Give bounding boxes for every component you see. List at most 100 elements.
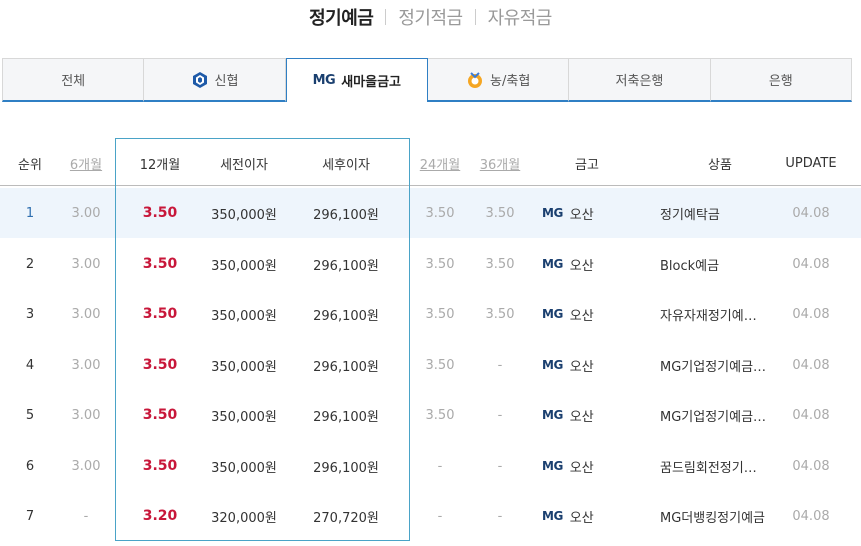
pre-tax-cell: 350,000원 bbox=[211, 207, 277, 223]
tab-free-savings[interactable]: 자유적금 bbox=[476, 4, 564, 30]
bank-name: 오산 bbox=[569, 258, 594, 274]
table-row[interactable]: 5 3.00 3.50 350,000원 296,100원 3.50 - MG 오… bbox=[0, 390, 861, 440]
inst-tab-savings-bank[interactable]: 저축은행 bbox=[569, 58, 711, 102]
inst-tab-label: 전체 bbox=[61, 74, 86, 89]
rate-6m-cell: 3.00 bbox=[71, 458, 101, 474]
post-tax-cell: 296,100원 bbox=[313, 359, 379, 375]
header-post-tax-interest: 세후이자 bbox=[322, 157, 370, 173]
header-product: 상품 bbox=[708, 157, 732, 173]
post-tax-cell: 296,100원 bbox=[313, 460, 379, 476]
tab-installment-savings[interactable]: 정기적금 bbox=[386, 4, 474, 30]
rank-cell: 6 bbox=[25, 458, 35, 474]
bank-name: 오산 bbox=[569, 409, 594, 425]
rank-cell: 3 bbox=[25, 306, 35, 322]
table-row[interactable]: 3 3.00 3.50 350,000원 296,100원 3.50 3.50 … bbox=[0, 289, 861, 339]
rank-cell: 4 bbox=[25, 357, 35, 373]
bank-cell: MG 오산 bbox=[542, 239, 632, 289]
rate-12m-cell: 3.50 bbox=[142, 357, 178, 373]
bank-name: 오산 bbox=[569, 308, 594, 324]
bank-cell: MG 오산 bbox=[542, 390, 632, 440]
product-link[interactable]: 정기예탁금 bbox=[660, 188, 780, 238]
bank-cell: MG 오산 bbox=[542, 441, 632, 491]
rate-12m-cell: 3.50 bbox=[142, 306, 178, 322]
bank-cell: MG 오산 bbox=[542, 340, 632, 390]
inst-tab-label: 신협 bbox=[214, 74, 239, 89]
table-row[interactable]: 6 3.00 3.50 350,000원 296,100원 - - MG 오산 꿈… bbox=[0, 441, 861, 491]
rank-cell: 7 bbox=[25, 508, 35, 524]
header-24-months[interactable]: 24개월 bbox=[410, 140, 470, 186]
tab-time-deposit[interactable]: 정기예금 bbox=[297, 4, 385, 30]
rate-12m-cell: 3.50 bbox=[142, 407, 178, 423]
bank-cell: MG 오산 bbox=[542, 491, 632, 541]
update-date-cell: 04.08 bbox=[792, 205, 830, 221]
post-tax-cell: 270,720원 bbox=[313, 510, 379, 526]
product-link[interactable]: MG기업정기예금… bbox=[660, 390, 780, 440]
inst-tab-bank[interactable]: 은행 bbox=[710, 58, 852, 102]
product-link[interactable]: 꿈드림회전정기… bbox=[660, 441, 780, 491]
product-link[interactable]: MG기업정기예금… bbox=[660, 340, 780, 390]
bank-name: 오산 bbox=[569, 510, 594, 526]
table-row[interactable]: 7 - 3.20 320,000원 270,720원 - - MG 오산 MG더뱅… bbox=[0, 491, 861, 541]
header-36-months[interactable]: 36개월 bbox=[470, 140, 530, 186]
inst-tab-shinhyup[interactable]: 신협 bbox=[144, 58, 286, 102]
bank-cell: MG 오산 bbox=[542, 289, 632, 339]
rate-24m-cell: 3.50 bbox=[425, 357, 455, 373]
post-tax-cell: 296,100원 bbox=[313, 258, 379, 274]
pre-tax-cell: 350,000원 bbox=[211, 409, 277, 425]
update-date-cell: 04.08 bbox=[792, 306, 830, 322]
update-date-cell: 04.08 bbox=[792, 357, 830, 373]
rate-36m-cell: 3.50 bbox=[485, 205, 515, 221]
rank-cell: 1 bbox=[25, 205, 35, 221]
mg-logo-icon: MG bbox=[542, 206, 563, 220]
rate-table-header: 순위 6개월 12개월 세전이자 세후이자 24개월 36개월 금고 상품 UP… bbox=[0, 140, 861, 186]
update-date-cell: 04.08 bbox=[792, 256, 830, 272]
rank-cell: 5 bbox=[25, 407, 35, 423]
inst-tab-all[interactable]: 전체 bbox=[2, 58, 145, 102]
rate-24m-cell: 3.50 bbox=[425, 407, 455, 423]
inst-tab-nh[interactable]: 농/축협 bbox=[427, 58, 570, 102]
rate-12m-cell: 3.20 bbox=[142, 508, 178, 524]
rate-12m-cell: 3.50 bbox=[142, 205, 178, 221]
pre-tax-cell: 350,000원 bbox=[211, 308, 277, 324]
pre-tax-cell: 350,000원 bbox=[211, 359, 277, 375]
rate-6m-cell: - bbox=[83, 508, 89, 524]
mg-logo-icon: MG bbox=[542, 408, 563, 422]
post-tax-cell: 296,100원 bbox=[313, 207, 379, 223]
nh-icon bbox=[466, 71, 484, 89]
mg-logo-icon: MG bbox=[542, 358, 563, 372]
product-link[interactable]: MG더뱅킹정기예금 bbox=[660, 491, 780, 541]
inst-tab-mg[interactable]: MG 새마을금고 bbox=[285, 58, 428, 102]
inst-tab-label: 농/축협 bbox=[490, 74, 531, 89]
mg-logo-icon: MG bbox=[542, 459, 563, 473]
rate-24m-cell: - bbox=[437, 458, 443, 474]
rank-cell: 2 bbox=[25, 256, 35, 272]
header-6-months[interactable]: 6개월 bbox=[60, 140, 112, 186]
product-link[interactable]: 자유자재정기예… bbox=[660, 289, 780, 339]
table-row[interactable]: 1 3.00 3.50 350,000원 296,100원 3.50 3.50 … bbox=[0, 188, 861, 238]
header-12-months[interactable]: 12개월 bbox=[120, 140, 200, 186]
rate-36m-cell: - bbox=[497, 508, 503, 524]
mg-logo-icon: MG bbox=[542, 509, 563, 523]
inst-tab-label: 새마을금고 bbox=[341, 75, 402, 90]
bank-name: 오산 bbox=[569, 207, 594, 223]
header-rank: 순위 bbox=[18, 157, 42, 173]
institution-tabs: 전체 신협 MG 새마을금고 농/축협 저축은행 은행 bbox=[2, 58, 852, 102]
rate-6m-cell: 3.00 bbox=[71, 205, 101, 221]
rate-24m-cell: 3.50 bbox=[425, 205, 455, 221]
table-row[interactable]: 2 3.00 3.50 350,000원 296,100원 3.50 3.50 … bbox=[0, 239, 861, 289]
rate-6m-cell: 3.00 bbox=[71, 306, 101, 322]
pre-tax-cell: 350,000원 bbox=[211, 258, 277, 274]
table-row[interactable]: 4 3.00 3.50 350,000원 296,100원 3.50 - MG 오… bbox=[0, 340, 861, 390]
mg-logo-icon: MG bbox=[542, 307, 563, 321]
pre-tax-cell: 350,000원 bbox=[211, 460, 277, 476]
post-tax-cell: 296,100원 bbox=[313, 308, 379, 324]
product-link[interactable]: Block예금 bbox=[660, 239, 780, 289]
mg-logo-icon: MG bbox=[542, 257, 563, 271]
bank-name: 오산 bbox=[569, 359, 594, 375]
rate-36m-cell: - bbox=[497, 357, 503, 373]
inst-tab-label: 은행 bbox=[768, 74, 793, 89]
rate-12m-cell: 3.50 bbox=[142, 256, 178, 272]
header-update: UPDATE bbox=[785, 155, 837, 171]
rate-6m-cell: 3.00 bbox=[71, 407, 101, 423]
rate-36m-cell: 3.50 bbox=[485, 306, 515, 322]
